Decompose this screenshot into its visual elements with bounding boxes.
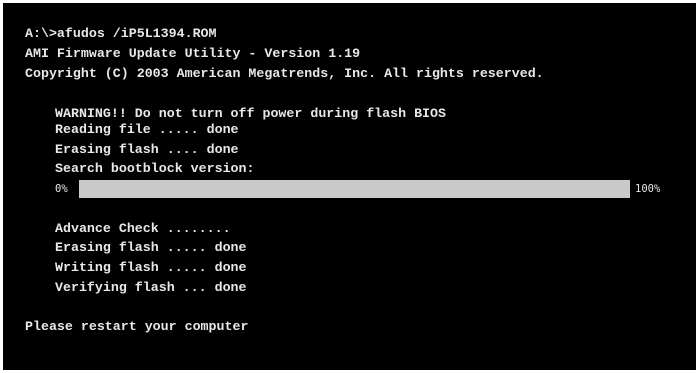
advance-check-line: Advance Check ........ [55, 221, 231, 236]
restart-message: Please restart your computer [25, 319, 249, 334]
erasing-flash-status: Erasing flash .... done [55, 142, 239, 157]
copyright-line: Copyright (C) 2003 American Megatrends, … [25, 66, 544, 81]
progress-bar-fill [79, 180, 630, 198]
dos-terminal-screen: A:\>afudos /iP5L1394.ROM AMI Firmware Up… [3, 3, 696, 370]
progress-end-label: 100% [635, 183, 661, 195]
reading-file-status: Reading file ..... done [55, 122, 239, 137]
erasing-flash-status-2: Erasing flash ..... done [55, 240, 247, 255]
command-line: A:\>afudos /iP5L1394.ROM [25, 26, 217, 41]
writing-flash-status: Writing flash ..... done [55, 260, 247, 275]
utility-title: AMI Firmware Update Utility - Version 1.… [25, 46, 361, 61]
verifying-flash-status: Verifying flash ... done [55, 280, 247, 295]
search-bootblock-line: Search bootblock version: [55, 161, 255, 176]
progress-start-label: 0% [55, 183, 68, 195]
warning-line: WARNING!! Do not turn off power during f… [55, 106, 446, 121]
progress-bar [79, 180, 630, 198]
